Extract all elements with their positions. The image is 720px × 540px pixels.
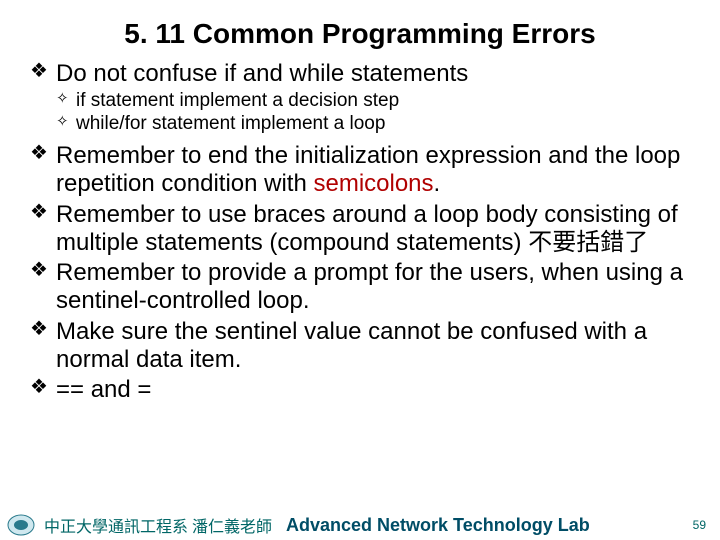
sub-list: if statement implement a decision step w… <box>56 90 700 136</box>
bullet-item: Make sure the sentinel value cannot be c… <box>30 318 700 375</box>
bullet-item: Remember to provide a prompt for the use… <box>30 259 700 316</box>
bullet-item: Do not confuse if and while statements i… <box>30 60 700 136</box>
page-number: 59 <box>693 518 706 532</box>
bullet-item: Remember to use braces around a loop bod… <box>30 201 700 258</box>
bullet-item: == and = <box>30 376 700 404</box>
bullet-list: Do not confuse if and while statements i… <box>30 60 700 405</box>
sub-item: if statement implement a decision step <box>56 90 700 113</box>
footer-center-text: Advanced Network Technology Lab <box>286 515 693 536</box>
slide: 5. 11 Common Programming Errors Do not c… <box>0 0 720 540</box>
footer: 中正大學通訊工程系 潘仁義老師 Advanced Network Technol… <box>0 510 720 540</box>
slide-body: Do not confuse if and while statements i… <box>0 60 720 405</box>
bullet-text: Do not confuse if and while statements <box>56 60 468 87</box>
highlight-semicolons: semicolons <box>313 170 433 197</box>
sub-item: while/for statement implement a loop <box>56 113 700 136</box>
bullet-item: Remember to end the initialization expre… <box>30 142 700 199</box>
footer-left-text: 中正大學通訊工程系 潘仁義老師 <box>44 513 272 537</box>
logo-icon <box>4 512 38 538</box>
slide-title: 5. 11 Common Programming Errors <box>0 0 720 60</box>
bullet-text-post: . <box>434 170 441 197</box>
